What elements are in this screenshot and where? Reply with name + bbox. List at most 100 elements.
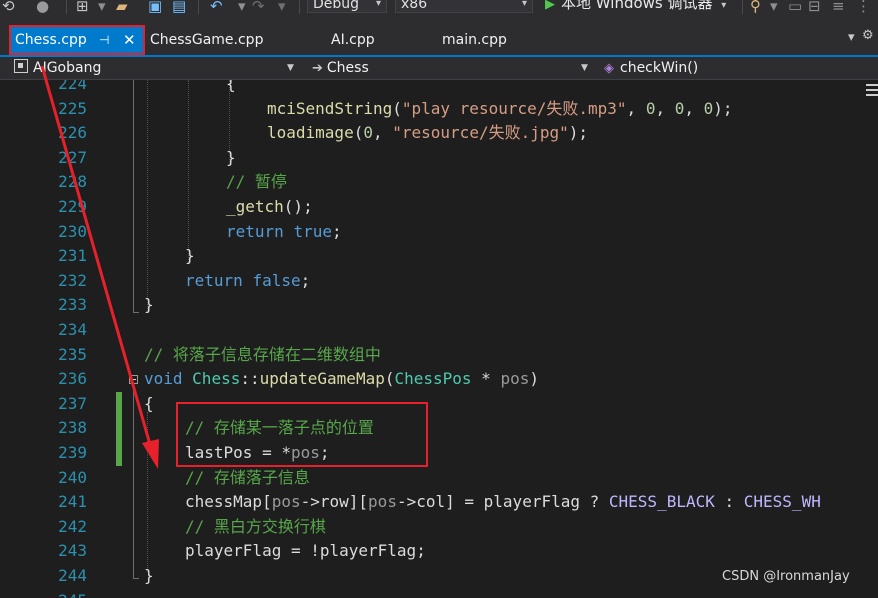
chevron-down-icon: ▾ [375,0,381,9]
line-number: 234 [58,320,87,339]
code-line: 235 // 将落子信息存储在二维数组中 [0,343,878,368]
code-text: void Chess::updateGameMap(ChessPos * pos… [144,369,539,389]
chevron-down-icon: ▾ [521,0,527,9]
uncomment-icon[interactable]: ⋮ [856,0,871,14]
code-line: 233 } [0,293,878,318]
code-text: } [226,147,236,167]
undo-dropdown-icon[interactable]: ▾ [238,0,246,14]
toolbar-separator [742,0,743,14]
toolbar-icon[interactable]: ▭ [788,0,802,14]
code-line: 227 } [0,146,878,171]
redo-icon[interactable]: ↷ [252,0,265,14]
code-comment: // 将落子信息存储在二维数组中 [144,344,381,364]
start-debugging-button[interactable]: ▶ 本地 Windows 调试器 ▾ [545,0,726,14]
navigate-back-icon[interactable]: ⟲ [2,0,15,14]
main-toolbar: ⟲ ● ⊞ ▾ ▰ ▣ ▤ ↶ ▾ ↷ ▾ Debug ▾ x86 ▾ ▶ 本地 … [0,0,878,20]
new-item-icon[interactable]: ⊞ [76,0,89,14]
line-number: 244 [58,566,87,585]
platform-select[interactable]: x86 ▾ [395,0,533,13]
split-handle-icon[interactable] [866,84,878,86]
code-text: mciSendString("play resource/失败.mp3", 0,… [267,98,733,118]
project-dropdown[interactable]: AIGobang ▼ [14,57,302,79]
method-icon: ◈ [604,61,614,76]
line-number: 237 [58,393,87,413]
code-comment: // 存储落子信息 [185,467,310,487]
tab-chessgame-cpp[interactable]: ChessGame.cpp [150,26,263,55]
code-comment: // 暂停 [226,172,287,192]
settings-icon[interactable]: ⚙ [862,28,874,43]
code-text: } [144,566,154,585]
save-icon[interactable]: ▣ [148,0,162,14]
line-number: 236 [58,369,87,389]
chevron-down-icon: ▼ [287,63,294,73]
navigate-forward-icon[interactable]: ● [36,0,49,14]
chevron-down-icon[interactable]: ▾ [770,0,778,14]
chevron-down-icon: ▼ [581,63,588,73]
configuration-select[interactable]: Debug ▾ [307,0,387,13]
tab-ai-cpp[interactable]: AI.cpp [331,26,375,55]
platform-value: x86 [401,0,428,12]
open-folder-icon[interactable]: ▰ [116,0,128,14]
redo-dropdown-icon[interactable]: ▾ [278,0,286,14]
toolbar-separator [66,0,67,14]
comment-icon[interactable]: ≡ [832,0,845,14]
line-number: 227 [58,147,87,167]
line-number: 235 [58,344,87,364]
line-number: 230 [58,221,87,241]
code-text: return true; [226,221,342,241]
code-text: _getch(); [226,197,313,216]
chevron-down-icon[interactable]: ▾ [98,0,106,14]
code-text: { [226,80,236,93]
line-number: 241 [58,492,87,512]
class-dropdown[interactable]: ➔ Chess ▼ [312,57,595,79]
pin-icon[interactable]: ⊣ [99,26,109,55]
code-text: loadimage(0, "resource/失败.jpg"); [267,123,589,143]
code-line: 238 // 存储某一落子点的位置 [0,416,878,441]
tab-chess-cpp[interactable]: Chess.cpp ⊣ ✕ [11,26,144,55]
code-text: return false; [185,270,311,290]
code-comment: // 存储某一落子点的位置 [185,418,374,438]
line-number: 242 [58,516,87,536]
code-line: 224 { [0,80,878,97]
code-text: } [185,246,195,266]
code-line: 242 // 黑白方交换行棋 [0,515,878,540]
layout-icon[interactable]: ⊟ [808,0,821,14]
code-line: 229 _getch(); [0,195,878,220]
code-line: 237 { [0,392,878,417]
tab-main-cpp[interactable]: main.cpp [442,26,507,55]
tab-list-dropdown-icon[interactable]: ▾ [848,30,855,45]
split-handle-icon [866,89,878,91]
code-line: 230 return true; [0,220,878,245]
find-icon[interactable]: ⚲ [750,0,761,14]
split-handle-icon [866,94,878,96]
code-line: 226 loadimage(0, "resource/失败.jpg"); [0,121,878,146]
code-line: 239 lastPos = *pos; [0,441,878,466]
code-text: lastPos = *pos; [185,443,330,462]
line-number: 224 [58,80,87,93]
tab-label: AI.cpp [331,32,375,48]
watermark: CSDN @IronmanJay [722,569,850,584]
member-name: checkWin() [620,60,699,76]
code-text: } [144,295,154,315]
line-number: 233 [58,295,87,315]
toolbar-separator [198,0,199,14]
code-line: 232 return false; [0,269,878,294]
save-all-icon[interactable]: ▤ [172,0,186,14]
class-icon: ➔ [312,61,323,76]
line-number: 225 [58,98,87,118]
start-debugging-label: 本地 Windows 调试器 [561,0,713,12]
line-number: 240 [58,467,87,487]
tab-label: main.cpp [442,32,507,48]
undo-icon[interactable]: ↶ [210,0,223,14]
close-icon[interactable]: ✕ [123,26,136,55]
code-line: 236 void Chess::updateGameMap(ChessPos *… [0,367,878,392]
line-number: 228 [58,172,87,192]
navigation-bar: AIGobang ▼ ➔ Chess ▼ ◈ checkWin() [0,57,878,80]
line-number: 232 [58,270,87,290]
code-editor[interactable]: 224 { 225 mciSendString("play resource/失… [0,80,878,598]
code-text: chessMap[pos->row][pos->col] = playerFla… [185,492,821,512]
member-dropdown[interactable]: ◈ checkWin() [604,57,874,79]
chevron-down-icon: ▾ [721,0,727,11]
line-number: 226 [58,123,87,143]
code-line: 228 // 暂停 [0,170,878,195]
